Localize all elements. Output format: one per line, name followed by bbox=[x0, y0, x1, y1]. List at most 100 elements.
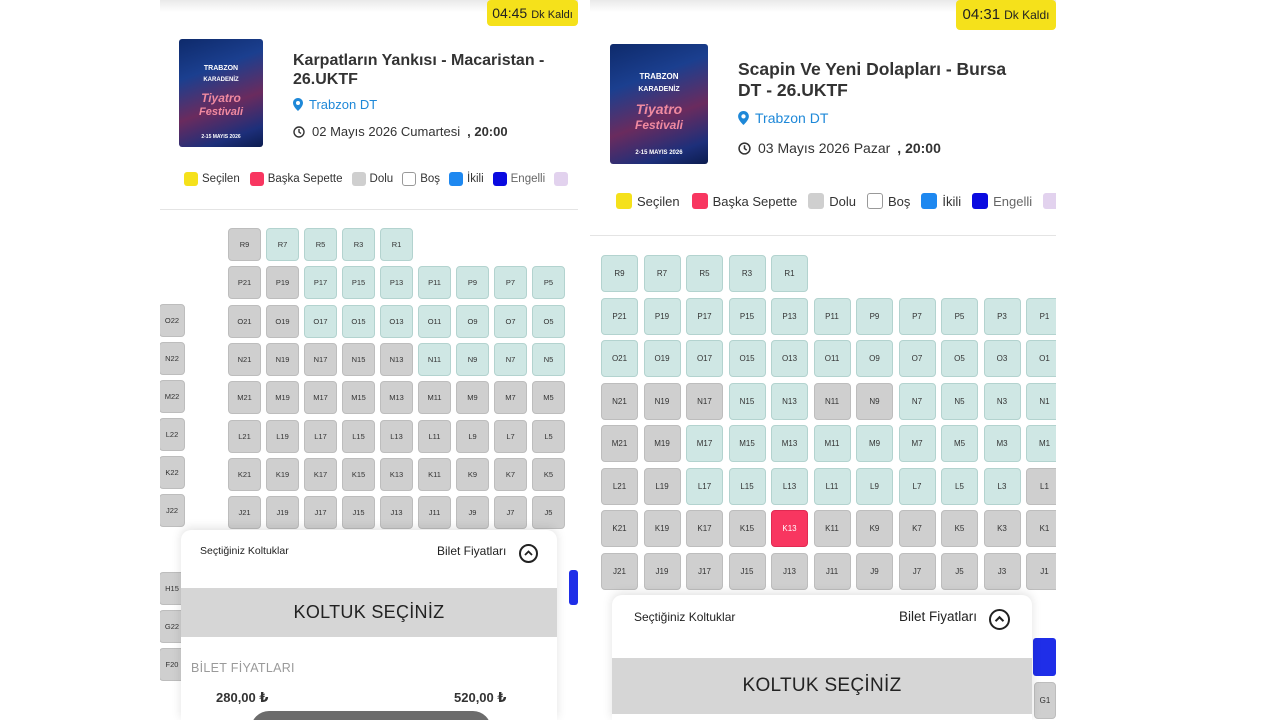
seat-o7[interactable]: O7 bbox=[898, 340, 936, 377]
seat-n13[interactable]: N13 bbox=[380, 342, 413, 376]
seat-o21[interactable]: O21 bbox=[601, 340, 638, 377]
seat-m1[interactable]: M1 bbox=[1026, 425, 1056, 462]
seat-k13[interactable]: K13 bbox=[771, 510, 808, 547]
seat-j13[interactable]: J13 bbox=[771, 552, 808, 590]
seat-n5[interactable]: N5 bbox=[941, 382, 978, 420]
seat-k15[interactable]: K15 bbox=[728, 510, 766, 547]
seat-j13[interactable]: J13 bbox=[380, 496, 413, 530]
seat-k22[interactable]: K22 bbox=[160, 456, 185, 489]
seat-o17[interactable]: O17 bbox=[304, 304, 337, 338]
seat-p19[interactable]: P19 bbox=[643, 297, 681, 335]
seat-r9[interactable]: R9 bbox=[601, 255, 638, 292]
seat-p3[interactable]: P3 bbox=[983, 297, 1021, 335]
seat-o7[interactable]: O7 bbox=[494, 304, 527, 338]
seat-l19[interactable]: L19 bbox=[266, 419, 299, 453]
seat-n9[interactable]: N9 bbox=[456, 342, 489, 376]
chevron-up-icon[interactable] bbox=[989, 609, 1010, 630]
seat-p15[interactable]: P15 bbox=[342, 266, 375, 300]
seat-j21[interactable]: J21 bbox=[601, 552, 638, 590]
seat-o1[interactable]: O1 bbox=[1026, 340, 1056, 377]
seat-o19[interactable]: O19 bbox=[266, 304, 299, 338]
ticket-prices-toggle[interactable]: Bilet Fiyatları bbox=[437, 544, 506, 558]
seat-r1[interactable]: R1 bbox=[380, 228, 413, 261]
seat-k7[interactable]: K7 bbox=[898, 510, 936, 547]
seat-k13[interactable]: K13 bbox=[380, 457, 413, 491]
seat-k5[interactable]: K5 bbox=[532, 457, 565, 491]
seat-j5[interactable]: J5 bbox=[941, 552, 978, 590]
seat-m5[interactable]: M5 bbox=[941, 425, 978, 462]
seat-o17[interactable]: O17 bbox=[686, 340, 723, 377]
seat-p17[interactable]: P17 bbox=[686, 297, 723, 335]
seat-o15[interactable]: O15 bbox=[342, 304, 375, 338]
seat-l1[interactable]: L1 bbox=[1026, 467, 1056, 505]
seat-n19[interactable]: N19 bbox=[266, 342, 299, 376]
seat-j21[interactable]: J21 bbox=[228, 496, 261, 530]
seat-n7[interactable]: N7 bbox=[494, 342, 527, 376]
seat-l21[interactable]: L21 bbox=[228, 419, 261, 453]
seat-m7[interactable]: M7 bbox=[494, 381, 527, 415]
seat-o13[interactable]: O13 bbox=[771, 340, 808, 377]
seat-p11[interactable]: P11 bbox=[813, 297, 851, 335]
seat-k17[interactable]: K17 bbox=[686, 510, 723, 547]
seat-p21[interactable]: P21 bbox=[601, 297, 638, 335]
ticket-prices-toggle[interactable]: Bilet Fiyatları bbox=[899, 609, 977, 624]
seat-m5[interactable]: M5 bbox=[532, 381, 565, 415]
seat-l19[interactable]: L19 bbox=[643, 467, 681, 505]
seat-p17[interactable]: P17 bbox=[304, 266, 337, 300]
event-venue[interactable]: Trabzon DT bbox=[738, 110, 828, 126]
seat-m3[interactable]: M3 bbox=[983, 425, 1021, 462]
seat-j3[interactable]: J3 bbox=[983, 552, 1021, 590]
seat-n21[interactable]: N21 bbox=[228, 342, 261, 376]
seat-m11[interactable]: M11 bbox=[813, 425, 851, 462]
seat-o15[interactable]: O15 bbox=[728, 340, 766, 377]
accessible-seat-strip[interactable] bbox=[569, 570, 578, 605]
seat-r3[interactable]: R3 bbox=[728, 255, 766, 292]
seat-p5[interactable]: P5 bbox=[532, 266, 565, 300]
seat-l5[interactable]: L5 bbox=[532, 419, 565, 453]
seat-r1[interactable]: R1 bbox=[771, 255, 808, 292]
seat-o9[interactable]: O9 bbox=[456, 304, 489, 338]
seat-j19[interactable]: J19 bbox=[643, 552, 681, 590]
seat-n13[interactable]: N13 bbox=[771, 382, 808, 420]
seat-n3[interactable]: N3 bbox=[983, 382, 1021, 420]
seat-n17[interactable]: N17 bbox=[686, 382, 723, 420]
seat-o11[interactable]: O11 bbox=[813, 340, 851, 377]
seat-k15[interactable]: K15 bbox=[342, 457, 375, 491]
seat-j11[interactable]: J11 bbox=[813, 552, 851, 590]
seat-p15[interactable]: P15 bbox=[728, 297, 766, 335]
seat-m21[interactable]: M21 bbox=[228, 381, 261, 415]
seat-m19[interactable]: M19 bbox=[643, 425, 681, 462]
seat-r7[interactable]: R7 bbox=[266, 228, 299, 261]
seat-l9[interactable]: L9 bbox=[456, 419, 489, 453]
seat-r5[interactable]: R5 bbox=[686, 255, 723, 292]
seat-n11[interactable]: N11 bbox=[418, 342, 451, 376]
seat-m7[interactable]: M7 bbox=[898, 425, 936, 462]
seat-r9[interactable]: R9 bbox=[228, 228, 261, 261]
seat-j5[interactable]: J5 bbox=[532, 496, 565, 530]
seat-l11[interactable]: L11 bbox=[813, 467, 851, 505]
seat-n7[interactable]: N7 bbox=[898, 382, 936, 420]
seat-p9[interactable]: P9 bbox=[456, 266, 489, 300]
seat-p11[interactable]: P11 bbox=[418, 266, 451, 300]
seat-l21[interactable]: L21 bbox=[601, 467, 638, 505]
seat-p7[interactable]: P7 bbox=[898, 297, 936, 335]
seat-m9[interactable]: M9 bbox=[856, 425, 893, 462]
seat-k19[interactable]: K19 bbox=[266, 457, 299, 491]
seat-k5[interactable]: K5 bbox=[941, 510, 978, 547]
seat-m13[interactable]: M13 bbox=[380, 381, 413, 415]
seat-l22[interactable]: L22 bbox=[160, 418, 185, 451]
seat-o5[interactable]: O5 bbox=[941, 340, 978, 377]
seat-p5[interactable]: P5 bbox=[941, 297, 978, 335]
seat-l15[interactable]: L15 bbox=[728, 467, 766, 505]
seat-p9[interactable]: P9 bbox=[856, 297, 893, 335]
seat-p19[interactable]: P19 bbox=[266, 266, 299, 300]
seat-k19[interactable]: K19 bbox=[643, 510, 681, 547]
seat-n15[interactable]: N15 bbox=[728, 382, 766, 420]
event-venue[interactable]: Trabzon DT bbox=[293, 97, 377, 112]
seat-j22[interactable]: J22 bbox=[160, 494, 185, 527]
seat-p7[interactable]: P7 bbox=[494, 266, 527, 300]
seat-r3[interactable]: R3 bbox=[342, 228, 375, 261]
seat-j7[interactable]: J7 bbox=[898, 552, 936, 590]
seat-m11[interactable]: M11 bbox=[418, 381, 451, 415]
seat-j15[interactable]: J15 bbox=[728, 552, 766, 590]
